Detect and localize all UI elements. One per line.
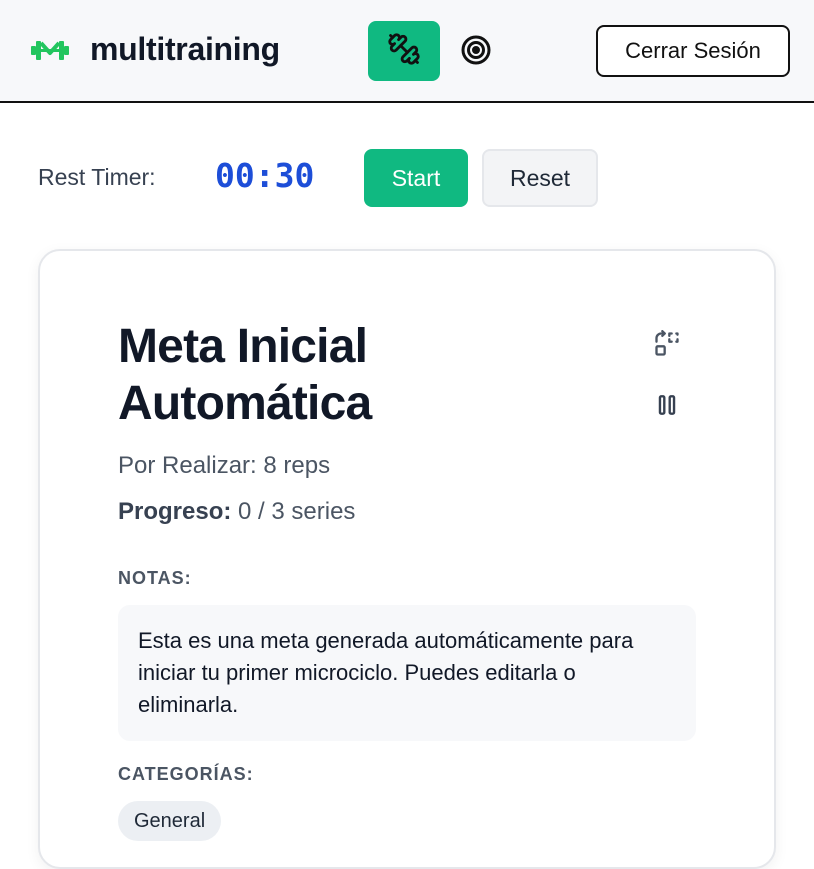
pause-goal-button[interactable] xyxy=(652,392,682,422)
nav-goals-button[interactable] xyxy=(458,34,494,70)
pause-icon xyxy=(654,392,680,423)
top-bar: multitraining Cerrar Sesión xyxy=(0,0,814,103)
target-icon xyxy=(460,34,492,71)
nav-workouts-button[interactable] xyxy=(368,21,440,81)
notes-label: NOTAS: xyxy=(118,568,192,588)
dumbbell-icon xyxy=(387,32,421,71)
rest-timer-label: Rest Timer: xyxy=(38,164,156,190)
category-chip[interactable]: General xyxy=(118,801,222,841)
timer-start-button[interactable]: Start xyxy=(364,149,468,207)
progress-value: 0 / 3 series xyxy=(238,498,356,525)
dumbbell-logo-icon xyxy=(31,38,69,62)
logout-button[interactable]: Cerrar Sesión xyxy=(596,25,790,77)
goal-progress: Progreso: 0 / 3 series xyxy=(118,498,355,526)
brand-name: multitraining xyxy=(90,31,280,67)
goal-title: Meta Inicial Automática xyxy=(118,320,372,430)
notes-text: Esta es una meta generada automáticament… xyxy=(118,605,696,741)
categories-label: CATEGORÍAS: xyxy=(118,764,254,784)
timer-reset-button[interactable]: Reset xyxy=(482,149,598,207)
goal-pending-reps: Por Realizar: 8 reps xyxy=(118,452,331,479)
rest-timer-value: 00:30 xyxy=(215,156,315,195)
rotate-select-icon xyxy=(653,329,681,363)
convert-goal-button[interactable] xyxy=(652,329,682,363)
progress-label: Progreso: xyxy=(118,498,232,525)
